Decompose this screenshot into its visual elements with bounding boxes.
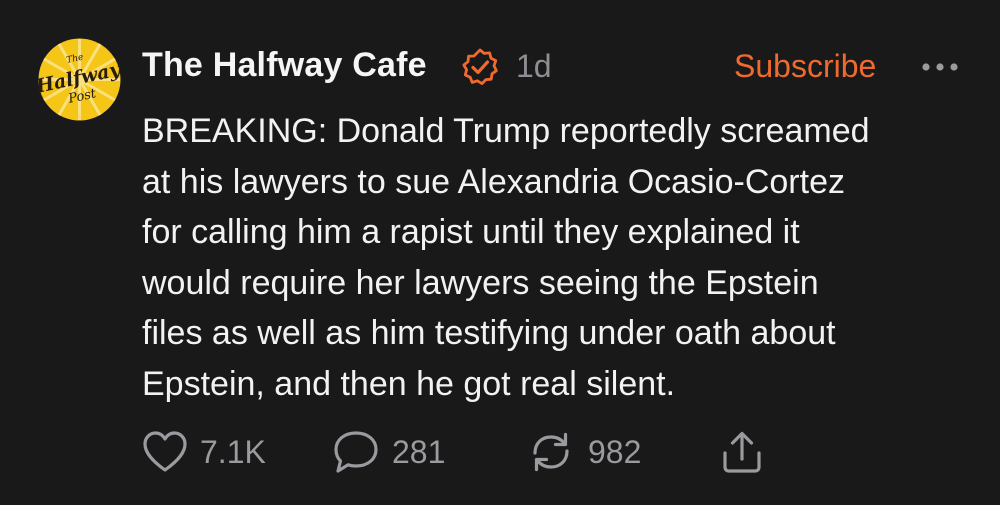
comment-icon: [332, 429, 380, 475]
post-timestamp: 1d: [516, 48, 552, 84]
like-count: 7.1K: [200, 433, 266, 470]
like-button[interactable]: 7.1K: [142, 428, 266, 476]
more-options-icon[interactable]: [916, 52, 964, 82]
post-body-line: BREAKING: Donald Trump reportedly scream…: [142, 112, 870, 150]
author-name[interactable]: The Halfway Cafe: [142, 46, 427, 85]
post-card: The Halfway Post The Halfway Cafe 1d Sub…: [0, 0, 1000, 505]
share-icon: [720, 429, 764, 475]
avatar[interactable]: The Halfway Post: [38, 38, 121, 121]
comment-button[interactable]: 281: [332, 428, 445, 476]
post-body-line: files as well as him testifying under oa…: [142, 314, 836, 352]
post-body: BREAKING: Donald Trump reportedly scream…: [142, 106, 972, 409]
repost-count: 982: [588, 433, 642, 470]
repost-icon: [526, 429, 576, 475]
post-actions: 7.1K 281 982: [142, 428, 842, 476]
repost-button[interactable]: 982: [526, 428, 641, 476]
post-body-line: Epstein, and then he got real silent.: [142, 364, 676, 403]
subscribe-button[interactable]: Subscribe: [734, 48, 876, 85]
halfway-post-logo: The Halfway Post: [38, 38, 121, 121]
post-body-line: for calling him a rapist until they expl…: [142, 213, 800, 251]
post-body-line: at his lawyers to sue Alexandria Ocasio-…: [142, 162, 845, 201]
post-body-line: would require her lawyers seeing the Eps…: [142, 263, 819, 302]
comment-count: 281: [392, 433, 446, 470]
share-button[interactable]: [720, 428, 764, 476]
post-header: The Halfway Cafe 1d Subscribe: [142, 42, 982, 92]
verified-badge-icon: [460, 47, 500, 87]
heart-icon: [142, 430, 188, 474]
